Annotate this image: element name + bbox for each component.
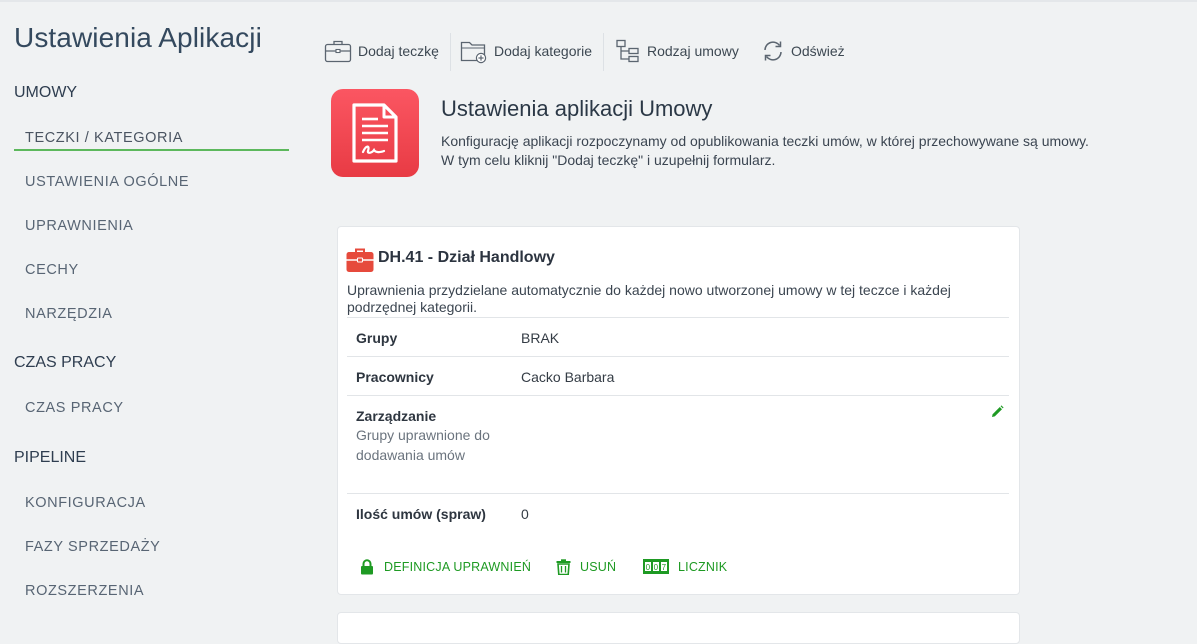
add-category-button[interactable]: Dodaj kategorie <box>460 37 592 65</box>
briefcase-icon <box>346 248 374 272</box>
lock-icon <box>361 559 373 575</box>
page-description-line: W tym celu kliknij "Dodaj teczkę" i uzup… <box>441 152 776 168</box>
nav-item-fazy-sprzedazy[interactable]: FAZY SPRZEDAŻY <box>25 539 160 555</box>
svg-text:0: 0 <box>646 563 651 572</box>
groups-label: Grupy <box>356 330 398 346</box>
divider <box>347 317 1009 318</box>
nav-item-uprawnienia[interactable]: UPRAWNIENIA <box>25 218 133 234</box>
toolbar-separator <box>603 33 604 71</box>
folder-plus-icon <box>460 41 487 64</box>
nav-item-konfiguracja[interactable]: KONFIGURACJA <box>25 495 146 511</box>
tree-icon <box>616 39 639 63</box>
add-category-label: Dodaj kategorie <box>494 43 593 59</box>
divider <box>347 493 1009 494</box>
nav-item-ustawienia-ogolne[interactable]: USTAWIENIA OGÓLNE <box>25 174 189 190</box>
management-sublabel: Grupy uprawnione do dodawania umów <box>356 427 490 463</box>
folder-description: Uprawnienia przydzielane automatycznie d… <box>347 282 951 315</box>
refresh-label: Odśwież <box>791 43 845 59</box>
nav-item-narzedzia[interactable]: NARZĘDZIA <box>25 306 113 322</box>
contract-count-label: Ilość umów (spraw) <box>356 506 486 522</box>
groups-value: BRAK <box>521 330 560 346</box>
active-nav-underline <box>14 149 289 151</box>
refresh-icon <box>764 41 782 61</box>
divider <box>347 395 1009 396</box>
page-title: Ustawienia aplikacji Umowy <box>441 96 713 121</box>
contract-count-value: 0 <box>521 506 529 522</box>
trash-icon <box>556 559 571 575</box>
employees-value: Cacko Barbara <box>521 369 615 385</box>
nav-section-czas-pracy: CZAS PRACY <box>14 354 117 371</box>
nav-item-teczki-kategoria[interactable]: TECZKI / KATEGORIA <box>25 130 183 146</box>
contract-app-icon <box>331 89 419 177</box>
add-folder-button[interactable]: Dodaj teczkę <box>324 37 439 65</box>
next-folder-card <box>337 612 1020 644</box>
app-title: Ustawienia Aplikacji <box>14 22 262 53</box>
svg-text:7: 7 <box>662 563 667 572</box>
nav-section-umowy: UMOWY <box>14 84 78 101</box>
folder-card: DH.41 - Dział Handlowy Uprawnienia przyd… <box>337 226 1020 595</box>
employees-label: Pracownicy <box>356 369 434 385</box>
define-permissions-label: DEFINICJA UPRAWNIEŃ <box>384 560 532 574</box>
nav-item-rozszerzenia[interactable]: ROZSZERZENIA <box>25 583 144 599</box>
nav-item-czas-pracy[interactable]: CZAS PRACY <box>25 400 124 416</box>
contract-type-label: Rodzaj umowy <box>647 43 739 59</box>
contract-document-icon <box>352 103 398 163</box>
delete-label: USUŃ <box>580 560 617 574</box>
nav-item-cechy[interactable]: CECHY <box>25 262 79 278</box>
management-label: Zarządzanie <box>356 408 437 424</box>
contract-type-button[interactable]: Rodzaj umowy <box>615 37 739 65</box>
delete-button[interactable]: USUŃ <box>556 559 616 575</box>
folder-title: DH.41 - Dział Handlowy <box>378 249 555 266</box>
nav-section-pipeline: PIPELINE <box>14 449 87 466</box>
pencil-icon[interactable] <box>990 405 1004 419</box>
counter-icon: 0 0 7 <box>643 559 669 574</box>
define-permissions-button[interactable]: DEFINICJA UPRAWNIEŃ <box>359 559 531 575</box>
add-folder-label: Dodaj teczkę <box>358 43 439 59</box>
page-description: Konfigurację aplikacji rozpoczynamy od o… <box>441 132 1181 170</box>
counter-label: LICZNIK <box>678 559 728 574</box>
counter-button[interactable]: 0 0 7 LICZNIK <box>643 559 727 574</box>
page-description-line: Konfigurację aplikacji rozpoczynamy od o… <box>441 133 1089 149</box>
top-border <box>0 0 1197 2</box>
briefcase-icon <box>324 40 352 63</box>
toolbar-separator <box>450 33 451 71</box>
divider <box>347 356 1009 357</box>
svg-text:0: 0 <box>654 563 659 572</box>
refresh-button[interactable]: Odśwież <box>761 37 845 65</box>
